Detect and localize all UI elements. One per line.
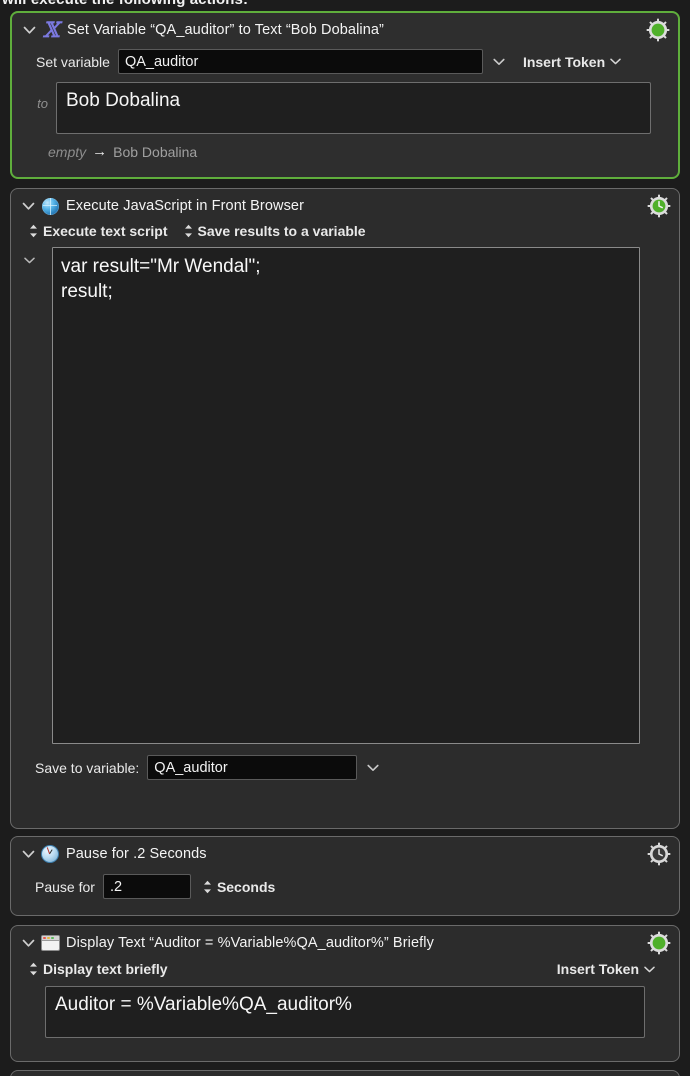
gear-clock-icon-disabled[interactable] bbox=[647, 842, 671, 866]
status-badge-set-variable: empty → Bob Dobalina bbox=[22, 143, 668, 160]
clipped-heading-text: will execute the following actions: bbox=[0, 0, 690, 8]
script-disclosure-chevron-down-icon[interactable] bbox=[21, 247, 37, 267]
globe-icon bbox=[40, 196, 60, 216]
action-header-set-variable[interactable]: 𝕏 Set Variable “QA_auditor” to Text “Bob… bbox=[12, 13, 678, 47]
variable-name-chevron-down-icon[interactable] bbox=[491, 52, 507, 72]
action-body-pause: Pause for .2 Seconds bbox=[11, 874, 679, 907]
arrow-right-icon: → bbox=[92, 143, 108, 160]
gear-icon-enabled[interactable] bbox=[646, 18, 670, 42]
display-text-textarea[interactable]: Auditor = %Variable%QA_auditor% bbox=[45, 986, 645, 1038]
pause-for-label: Pause for bbox=[35, 878, 95, 895]
set-variable-label: Set variable bbox=[36, 53, 110, 70]
popup-display-text-briefly[interactable]: Display text briefly bbox=[29, 961, 168, 977]
action-title-pause: Pause for .2 Seconds bbox=[66, 846, 207, 862]
popup-save-results[interactable]: Save results to a variable bbox=[184, 223, 366, 239]
insert-token-button[interactable]: Insert Token bbox=[557, 961, 655, 977]
status-to-value: Bob Dobalina bbox=[113, 143, 198, 160]
action-card-display-text[interactable]: Display Text “Auditor = %Variable%QA_aud… bbox=[10, 925, 680, 1062]
action-title-display-text: Display Text “Auditor = %Variable%QA_aud… bbox=[66, 935, 434, 951]
action-header-execute-javascript[interactable]: Execute JavaScript in Front Browser bbox=[11, 189, 679, 223]
window-icon bbox=[40, 933, 60, 953]
popup-execute-text-script-label: Execute text script bbox=[43, 223, 168, 239]
popup-display-text-briefly-label: Display text briefly bbox=[43, 961, 168, 977]
action-title-execute-javascript: Execute JavaScript in Front Browser bbox=[66, 198, 305, 214]
script-textarea[interactable]: var result="Mr Wendal"; result; bbox=[52, 247, 640, 744]
action-header-display-text[interactable]: Display Text “Auditor = %Variable%QA_aud… bbox=[11, 926, 679, 960]
insert-token-label: Insert Token bbox=[556, 961, 639, 977]
script-x-icon: 𝕏 bbox=[42, 16, 60, 42]
insert-token-button[interactable]: Insert Token bbox=[523, 54, 621, 70]
action-card-set-variable[interactable]: 𝕏 Set Variable “QA_auditor” to Text “Bob… bbox=[10, 11, 680, 179]
action-header-pause[interactable]: Pause for .2 Seconds bbox=[11, 837, 679, 871]
action-body-display-text: Display text briefly Insert Token Audito… bbox=[11, 961, 679, 1046]
to-label: to bbox=[37, 96, 48, 111]
popup-execute-text-script[interactable]: Execute text script bbox=[29, 223, 168, 239]
clock-icon bbox=[40, 844, 60, 864]
save-to-variable-input[interactable]: QA_auditor bbox=[147, 755, 358, 780]
macro-actions-panel: will execute the following actions: 𝕏 Se… bbox=[0, 0, 690, 1076]
action-title-set-variable: Set Variable “QA_auditor” to Text “Bob D… bbox=[67, 22, 384, 38]
action-card-pause[interactable]: Pause for .2 Seconds Pause for .2 Second… bbox=[10, 836, 680, 916]
variable-name-input[interactable]: QA_auditor bbox=[117, 49, 483, 74]
action-body-execute-javascript: Execute text script Save results to a va… bbox=[11, 223, 679, 788]
status-from-value: empty bbox=[48, 143, 87, 160]
save-to-variable-chevron-down-icon[interactable] bbox=[365, 758, 381, 778]
pause-unit-label: Seconds bbox=[216, 878, 276, 895]
chevron-down-icon[interactable] bbox=[19, 934, 37, 952]
action-body-set-variable: Set variable QA_auditor Insert Token to … bbox=[12, 49, 678, 168]
to-value-textarea[interactable]: Bob Dobalina bbox=[56, 82, 651, 134]
chevron-down-icon[interactable] bbox=[19, 197, 37, 215]
pause-unit-stepper[interactable]: Seconds bbox=[203, 879, 275, 895]
chevron-down-icon[interactable] bbox=[20, 21, 38, 39]
clipped-heading: will execute the following actions: bbox=[0, 0, 690, 8]
popup-save-results-label: Save results to a variable bbox=[197, 223, 366, 239]
chevron-down-icon[interactable] bbox=[19, 845, 37, 863]
gear-icon-enabled[interactable] bbox=[647, 931, 671, 955]
action-card-execute-javascript[interactable]: Execute JavaScript in Front Browser Exec… bbox=[10, 188, 680, 829]
save-to-variable-label: Save to variable: bbox=[35, 759, 140, 776]
gear-clock-icon-enabled[interactable] bbox=[647, 194, 671, 218]
insert-token-label: Insert Token bbox=[522, 53, 606, 70]
pause-duration-input[interactable]: .2 bbox=[102, 874, 191, 899]
action-card-next-partial[interactable] bbox=[10, 1070, 680, 1076]
